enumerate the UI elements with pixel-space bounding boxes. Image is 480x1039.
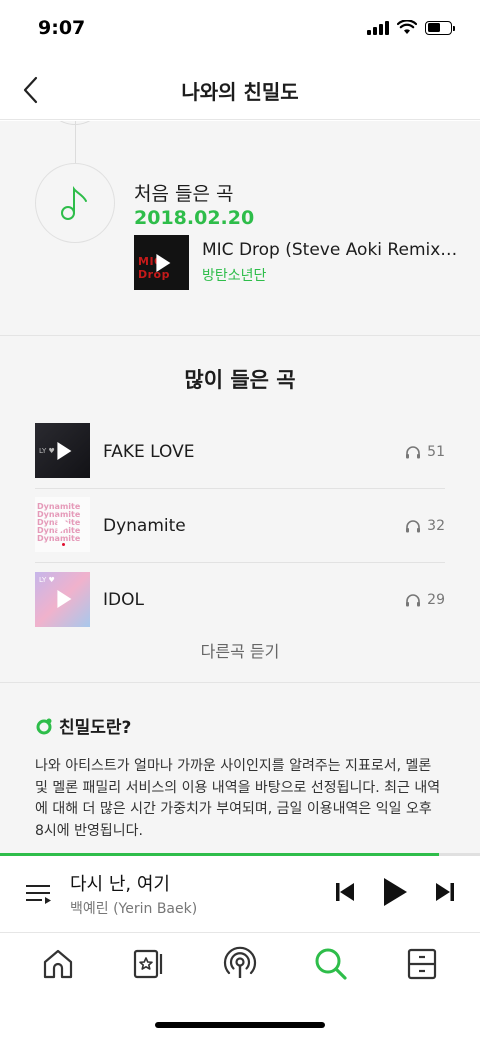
list-item[interactable]: LY ♥ IDOL 29 — [35, 563, 445, 637]
home-indicator — [155, 1022, 325, 1028]
play-icon — [56, 441, 71, 460]
album-cover[interactable]: MIC Drop — [134, 235, 189, 290]
music-note-badge — [35, 163, 115, 243]
library-icon — [133, 949, 162, 979]
next-button[interactable] — [434, 881, 456, 903]
play-count-value: 32 — [427, 517, 445, 534]
about-title: 친밀도란? — [59, 718, 132, 738]
play-count-value: 51 — [427, 443, 445, 460]
song-title[interactable]: MIC Drop (Steve Aoki Remix)... — [202, 240, 458, 260]
list-item[interactable]: Dynamite Dynamite Dynamite Dynamite Dyna… — [35, 489, 445, 563]
timeline-line — [75, 121, 76, 165]
first-listen-song[interactable]: MIC Drop MIC Drop (Steve Aoki Remix)... … — [134, 235, 458, 290]
album-cover-text: LY ♥ — [39, 447, 55, 455]
play-icon — [56, 515, 71, 534]
most-listened-list: LY ♥ FAKE LOVE 51 Dynamite Dynamite Dyna… — [35, 415, 445, 637]
album-cover[interactable]: LY ♥ — [35, 571, 90, 627]
album-cover-text: LY ♥ — [39, 575, 55, 584]
play-icon — [155, 253, 170, 272]
more-songs-link[interactable]: 다른곡 듣기 — [0, 638, 480, 662]
play-count: 51 — [405, 444, 445, 460]
battery-icon — [425, 20, 455, 35]
list-item[interactable]: LY ♥ FAKE LOVE 51 — [35, 415, 445, 489]
now-playing-title[interactable]: 다시 난, 여기 — [70, 870, 170, 896]
headphones-icon — [406, 594, 421, 607]
page-title: 나와의 친밀도 — [181, 80, 299, 104]
header: 나와의 친밀도 — [0, 60, 480, 120]
first-listen-section: 처음 들은 곡 2018.02.20 MIC Drop MIC Drop (St… — [0, 121, 480, 336]
album-cover[interactable]: Dynamite Dynamite Dynamite Dynamite Dyna… — [35, 497, 90, 552]
mini-player[interactable]: 다시 난, 여기 백예린 (Yerin Baek) — [0, 853, 480, 933]
section-title: 많이 들은 곡 — [184, 368, 296, 392]
play-count: 29 — [405, 592, 445, 608]
now-playing-artist[interactable]: 백예린 (Yerin Baek) — [70, 898, 197, 918]
previous-button[interactable] — [334, 881, 356, 903]
status-time: 9:07 — [38, 17, 86, 39]
podcast-icon — [223, 946, 257, 978]
drawer-icon — [408, 948, 437, 980]
song-title: Dynamite — [103, 515, 186, 536]
bottom-nav — [0, 934, 480, 994]
song-title: IDOL — [103, 590, 144, 610]
search-icon — [315, 948, 347, 980]
music-note-icon — [61, 186, 87, 220]
playback-progress[interactable] — [0, 853, 480, 856]
cellular-signal-icon — [367, 20, 389, 35]
green-dot-icon — [36, 718, 52, 734]
wifi-icon — [397, 20, 417, 34]
about-intimacy-section: 친밀도란? 나와 아티스트가 얼마나 가까운 사이인지를 알려주는 지표로서, … — [0, 683, 480, 853]
play-count: 32 — [405, 518, 445, 534]
playlist-button[interactable] — [24, 879, 54, 909]
playback-controls — [334, 877, 456, 907]
song-title: FAKE LOVE — [103, 441, 195, 462]
home-icon — [43, 949, 72, 979]
most-listened-section: 많이 들은 곡 LY ♥ FAKE LOVE 51 Dynamite Dynam… — [0, 336, 480, 683]
headphones-icon — [406, 519, 421, 532]
play-icon — [384, 878, 407, 906]
play-icon — [56, 590, 71, 608]
nav-podcast[interactable] — [210, 939, 270, 989]
playlist-icon — [26, 885, 51, 904]
playback-progress-fill — [0, 853, 440, 856]
about-description: 나와 아티스트가 얼마나 가까운 사이인지를 알려주는 지표로서, 멜론 및 멜… — [35, 758, 441, 839]
nav-drawer[interactable] — [392, 939, 452, 989]
nav-library[interactable] — [119, 939, 179, 989]
headphones-icon — [406, 445, 421, 458]
status-icons — [367, 20, 455, 35]
play-button[interactable] — [382, 877, 408, 907]
first-listen-label: 처음 들은 곡 — [134, 183, 234, 205]
status-bar: 9:07 — [0, 0, 480, 60]
first-listen-date: 2018.02.20 — [134, 207, 255, 229]
content-scroll[interactable]: 처음 들은 곡 2018.02.20 MIC Drop MIC Drop (St… — [0, 121, 480, 853]
album-cover[interactable]: LY ♥ — [35, 423, 90, 478]
skip-next-icon — [436, 883, 454, 901]
song-artist[interactable]: 방탄소년단 — [202, 265, 458, 285]
nav-search[interactable] — [301, 939, 361, 989]
play-count-value: 29 — [427, 592, 445, 608]
skip-previous-icon — [336, 883, 354, 901]
nav-home[interactable] — [28, 939, 88, 989]
